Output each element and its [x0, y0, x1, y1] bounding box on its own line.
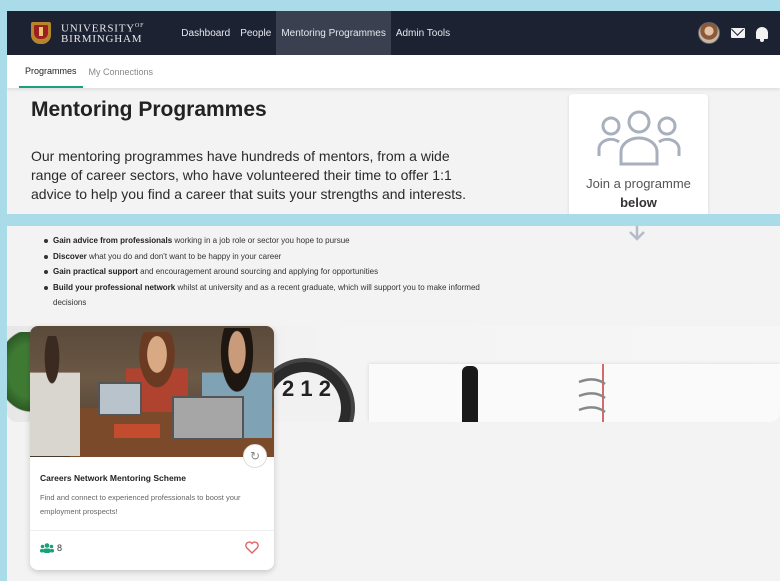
tab-programmes[interactable]: Programmes	[19, 55, 83, 88]
nav-mentoring-programmes[interactable]: Mentoring Programmes	[276, 11, 391, 55]
university-logo[interactable]: UNIVERSITYOF BIRMINGHAM	[31, 21, 144, 46]
card-footer: 8	[30, 530, 274, 570]
people-icon	[40, 543, 54, 553]
share-icon[interactable]: ↻	[243, 444, 267, 468]
programme-photo	[30, 326, 274, 457]
main-nav: Dashboard People Mentoring Programmes Ad…	[176, 11, 455, 55]
list-item: Build your professional network whilst a…	[43, 280, 503, 311]
page-title: Mentoring Programmes	[31, 98, 267, 121]
member-count: 8	[57, 543, 63, 553]
arrow-down-icon	[629, 226, 645, 241]
programme-description: Find and connect to experienced professi…	[40, 493, 241, 516]
programme-title[interactable]: Careers Network Mentoring Scheme	[40, 473, 186, 483]
avatar[interactable]	[698, 22, 720, 44]
group-icon	[597, 110, 681, 166]
bell-icon[interactable]	[756, 27, 768, 42]
top-panel: UNIVERSITYOF BIRMINGHAM Dashboard People…	[7, 11, 780, 214]
benefits-list: Gain advice from professionals working i…	[43, 233, 503, 311]
clock-numbers: 2 1 2	[282, 376, 331, 401]
join-programme-card: Join a programme below	[569, 94, 708, 214]
nav-right	[698, 11, 768, 55]
mail-icon[interactable]	[731, 28, 745, 38]
logo-text: UNIVERSITYOF BIRMINGHAM	[61, 22, 145, 46]
heart-icon[interactable]	[245, 541, 259, 554]
notebook-rings	[578, 378, 606, 414]
list-item: Discover what you do and don't want to b…	[43, 249, 503, 265]
nav-people[interactable]: People	[235, 11, 276, 55]
sub-nav: Programmes My Connections	[7, 55, 780, 88]
tab-my-connections[interactable]: My Connections	[83, 55, 160, 88]
pen-image	[462, 366, 478, 422]
join-text-below: below	[620, 195, 657, 210]
intro-text: Our mentoring programmes have hundreds o…	[31, 148, 467, 202]
join-text: Join a programme	[586, 176, 691, 191]
bottom-panel: Gain advice from professionals working i…	[7, 226, 780, 581]
nav-admin-tools[interactable]: Admin Tools	[391, 11, 455, 55]
list-item: Gain practical support and encouragement…	[43, 264, 503, 280]
list-item: Gain advice from professionals working i…	[43, 233, 503, 249]
university-crest-icon	[31, 22, 51, 44]
programme-card[interactable]: ↻ Careers Network Mentoring Scheme Find …	[30, 326, 274, 570]
navbar: UNIVERSITYOF BIRMINGHAM Dashboard People…	[7, 11, 780, 55]
nav-dashboard[interactable]: Dashboard	[176, 11, 235, 55]
